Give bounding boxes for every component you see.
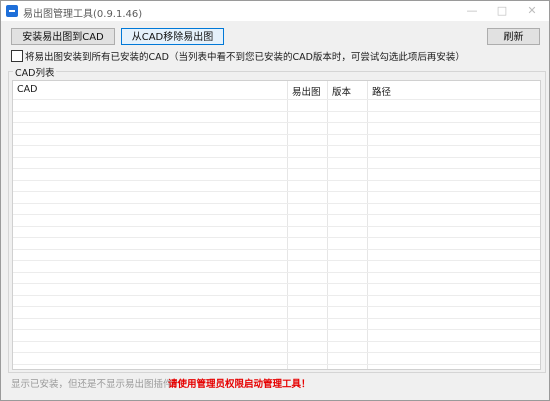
row-gridline xyxy=(13,341,540,342)
row-gridline xyxy=(13,295,540,296)
row-gridline xyxy=(13,272,540,273)
row-gridline xyxy=(13,249,540,250)
status-warning: 请使用管理员权限启动管理工具！ xyxy=(168,379,311,390)
row-gridline xyxy=(13,237,540,238)
row-gridline xyxy=(13,352,540,353)
row-gridline xyxy=(13,111,540,112)
status-hint: 显示已安装，但还是不显示易出图插件？ xyxy=(11,379,183,390)
row-gridline xyxy=(13,99,540,100)
title-bar: 易出图管理工具(0.9.1.46) — □ ✕ xyxy=(1,1,549,21)
row-gridline xyxy=(13,134,540,135)
column-header-cad[interactable]: CAD xyxy=(17,84,37,95)
install-all-label: 将易出图安装到所有已安装的CAD（当列表中看不到您已安装的CAD版本时，可尝试勾… xyxy=(25,52,465,63)
install-button[interactable]: 安装易出图到CAD xyxy=(11,28,115,45)
column-header-path[interactable]: 路径 xyxy=(372,84,391,98)
row-gridline xyxy=(13,157,540,158)
close-icon[interactable]: ✕ xyxy=(517,3,547,19)
table-header: CAD 易出图 版本 路径 xyxy=(13,81,540,99)
window-title: 易出图管理工具(0.9.1.46) xyxy=(23,9,143,20)
row-gridline xyxy=(13,318,540,319)
app-icon xyxy=(6,5,18,17)
row-gridline xyxy=(13,283,540,284)
column-header-version[interactable]: 版本 xyxy=(332,84,351,98)
remove-button[interactable]: 从CAD移除易出图 xyxy=(121,28,224,45)
row-gridline xyxy=(13,364,540,365)
row-gridline xyxy=(13,191,540,192)
row-gridline xyxy=(13,226,540,227)
cad-table[interactable]: CAD 易出图 版本 路径 xyxy=(12,80,541,370)
row-gridline xyxy=(13,122,540,123)
refresh-button[interactable]: 刷新 xyxy=(487,28,540,45)
column-divider xyxy=(367,81,368,369)
row-gridline xyxy=(13,260,540,261)
install-all-checkbox[interactable] xyxy=(11,50,23,62)
column-header-yichutu[interactable]: 易出图 xyxy=(292,84,321,98)
row-gridline xyxy=(13,203,540,204)
maximize-icon[interactable]: □ xyxy=(487,3,517,19)
column-divider xyxy=(327,81,328,369)
row-gridline xyxy=(13,306,540,307)
row-gridline xyxy=(13,329,540,330)
app-window: 易出图管理工具(0.9.1.46) — □ ✕ 安装易出图到CAD 从CAD移除… xyxy=(0,0,550,401)
group-title: CAD列表 xyxy=(13,65,57,79)
column-divider xyxy=(287,81,288,369)
row-gridline xyxy=(13,214,540,215)
row-gridline xyxy=(13,145,540,146)
row-gridline xyxy=(13,180,540,181)
minimize-icon[interactable]: — xyxy=(457,3,487,19)
cad-list-group: CAD列表 CAD 易出图 版本 路径 xyxy=(8,65,546,373)
row-gridline xyxy=(13,168,540,169)
